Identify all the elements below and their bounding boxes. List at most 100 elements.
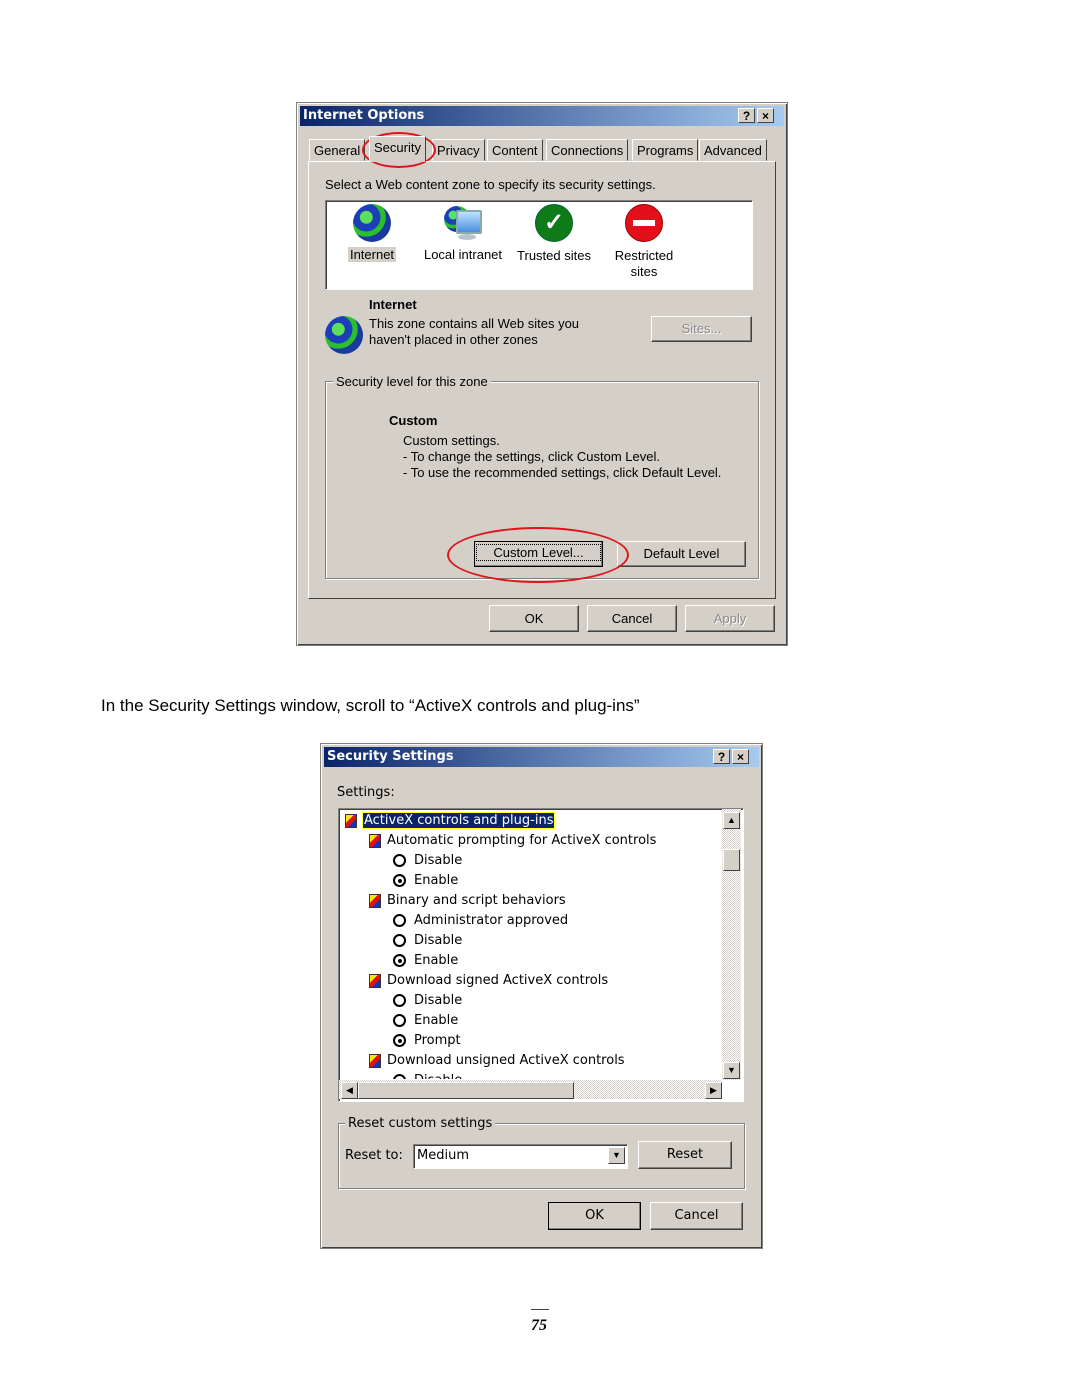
tree-item-label: Prompt [414, 1033, 461, 1048]
custom-level-highlight [447, 527, 629, 583]
radio-unchecked-icon[interactable] [393, 914, 406, 927]
setting-option[interactable]: Disable [393, 931, 462, 951]
scroll-down-button[interactable]: ▼ [723, 1062, 740, 1079]
zone-internet[interactable]: Internet [342, 204, 402, 262]
settings-icon [369, 833, 381, 848]
setting-option[interactable]: Enable [393, 871, 458, 891]
zone-info-line1: This zone contains all Web sites you [369, 316, 580, 331]
radio-unchecked-icon[interactable] [393, 854, 406, 867]
reset-to-value: Medium [417, 1148, 469, 1163]
no-entry-icon [625, 204, 663, 242]
cancel-button[interactable]: Cancel [650, 1202, 743, 1230]
settings-icon [369, 893, 381, 908]
tree-item-label: ActiveX controls and plug-ins [361, 812, 556, 829]
zone-restricted-sites[interactable]: Restricted sites [609, 204, 679, 280]
radio-unchecked-icon[interactable] [393, 1074, 406, 1079]
tree-item-label: Disable [414, 853, 463, 868]
page-number-rule [531, 1309, 549, 1310]
radio-unchecked-icon[interactable] [393, 994, 406, 1007]
zone-label: Local intranet [423, 247, 503, 262]
dropdown-arrow-icon[interactable]: ▼ [608, 1147, 625, 1164]
setting-item[interactable]: Binary and script behaviors [369, 891, 566, 911]
tree-item-label: Download signed ActiveX controls [387, 973, 609, 988]
default-level-button[interactable]: Default Level [617, 541, 746, 567]
reset-to-dropdown[interactable]: Medium ▼ [413, 1144, 628, 1169]
setting-option[interactable]: Administrator approved [393, 911, 568, 931]
ok-button[interactable]: OK [489, 605, 579, 632]
setting-option[interactable]: Prompt [393, 1031, 461, 1051]
tree-item-label: Disable [414, 1073, 462, 1079]
tab-connections[interactable]: Connections [546, 139, 629, 161]
tree-item-label: Download unsigned ActiveX controls [387, 1053, 625, 1068]
window-title: Security Settings [327, 749, 454, 764]
scroll-left-button[interactable]: ◀ [341, 1082, 358, 1099]
tab-privacy[interactable]: Privacy [432, 139, 485, 161]
tree-item-label: Automatic prompting for ActiveX controls [387, 833, 657, 848]
title-bar: Security Settings [324, 747, 759, 767]
security-level-desc1: Custom settings. [403, 433, 500, 448]
setting-item[interactable]: Download unsigned ActiveX controls [369, 1051, 625, 1071]
tab-programs[interactable]: Programs [632, 139, 699, 161]
tree-item-label: Disable [414, 933, 463, 948]
horizontal-scroll-thumb[interactable] [358, 1082, 574, 1099]
radio-unchecked-icon[interactable] [393, 1014, 406, 1027]
zone-label: Restricted sites [614, 248, 674, 279]
radio-checked-icon[interactable] [393, 1034, 406, 1047]
security-level-name: Custom [389, 413, 438, 428]
title-bar: Internet Options [300, 106, 784, 126]
setting-option[interactable]: Disable [393, 991, 462, 1011]
tab-advanced[interactable]: Advanced [699, 139, 767, 161]
settings-category[interactable]: ActiveX controls and plug-ins [345, 811, 556, 831]
cancel-button[interactable]: Cancel [587, 605, 677, 632]
zone-info-title: Internet [369, 297, 417, 312]
radio-unchecked-icon[interactable] [393, 934, 406, 947]
scroll-up-button[interactable]: ▲ [723, 812, 740, 829]
radio-checked-icon[interactable] [393, 954, 406, 967]
close-button[interactable]: × [732, 749, 749, 764]
setting-option[interactable]: Disable [393, 1071, 462, 1079]
settings-tree[interactable]: ActiveX controls and plug-ins Automatic p… [338, 808, 744, 1102]
scroll-right-button[interactable]: ▶ [705, 1082, 722, 1099]
tab-security[interactable]: Security [369, 136, 426, 162]
settings-tree-items: ActiveX controls and plug-ins Automatic p… [339, 809, 721, 1079]
setting-item[interactable]: Download signed ActiveX controls [369, 971, 608, 991]
reset-group-legend: Reset custom settings [345, 1116, 496, 1131]
setting-item[interactable]: Automatic prompting for ActiveX controls [369, 831, 656, 851]
zone-local-intranet[interactable]: Local intranet [420, 204, 506, 262]
security-level-desc2: - To change the settings, click Custom L… [403, 449, 660, 464]
reset-to-label: Reset to: [345, 1148, 403, 1163]
apply-button[interactable]: Apply [685, 605, 775, 632]
tree-item-label: Binary and script behaviors [387, 893, 566, 908]
intranet-icon [444, 204, 482, 242]
help-button[interactable]: ? [738, 108, 755, 123]
tree-item-label: Enable [414, 873, 459, 888]
setting-option[interactable]: Enable [393, 951, 458, 971]
window-title: Internet Options [303, 108, 425, 123]
radio-checked-icon[interactable] [393, 874, 406, 887]
settings-label: Settings: [337, 785, 395, 800]
setting-option[interactable]: Enable [393, 1011, 458, 1031]
settings-icon [345, 813, 357, 828]
tree-item-label: Enable [414, 1013, 459, 1028]
globe-icon [325, 316, 363, 354]
reset-button[interactable]: Reset [638, 1141, 732, 1169]
zone-instruction: Select a Web content zone to specify its… [325, 177, 656, 192]
tree-item-label: Enable [414, 953, 459, 968]
vertical-scroll-thumb[interactable] [723, 849, 740, 871]
close-button[interactable]: × [757, 108, 774, 123]
setting-option[interactable]: Disable [393, 851, 462, 871]
checkmark-icon: ✓ [535, 204, 573, 242]
globe-icon [353, 204, 391, 242]
security-level-legend: Security level for this zone [333, 374, 491, 389]
instruction-caption: In the Security Settings window, scroll … [101, 696, 640, 715]
tab-general[interactable]: General [309, 139, 366, 161]
zone-trusted-sites[interactable]: ✓ Trusted sites [512, 204, 596, 263]
help-button[interactable]: ? [713, 749, 730, 764]
sites-button[interactable]: Sites... [651, 316, 752, 342]
tree-item-label: Disable [414, 993, 463, 1008]
zone-label: Internet [347, 247, 397, 262]
ok-button[interactable]: OK [548, 1202, 641, 1230]
tab-content[interactable]: Content [487, 139, 543, 161]
security-level-desc3: - To use the recommended settings, click… [403, 465, 722, 480]
zone-label: Trusted sites [517, 248, 591, 263]
